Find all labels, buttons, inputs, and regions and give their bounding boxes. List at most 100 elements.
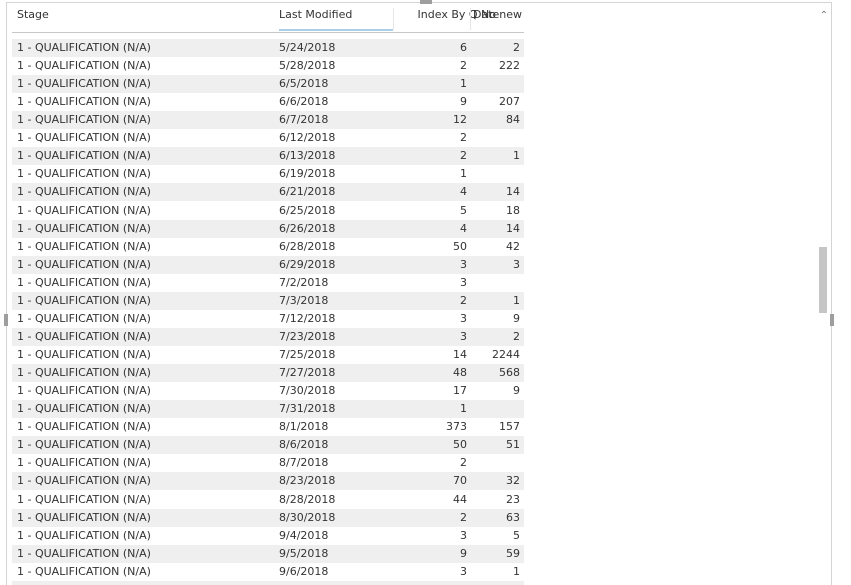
table-header: Stage Last Modified Index By Q No Datene… (12, 4, 524, 33)
cell-stage: 1 - QUALIFICATION (N/A) (17, 275, 151, 289)
table-row[interactable]: 1 - QUALIFICATION (N/A) 7/2/2018 3 (12, 274, 524, 292)
table-row[interactable]: 1 - QUALIFICATION (N/A) 8/23/2018 70 32 (12, 472, 524, 491)
cell-last-modified: 6/12/2018 (279, 131, 336, 145)
cell-stage: 1 - QUALIFICATION (N/A) (17, 420, 151, 434)
table-row[interactable]: 1 - QUALIFICATION (N/A) 7/27/2018 48 568 (12, 364, 524, 383)
cell-last-modified: 6/6/2018 (279, 95, 329, 109)
cell-index-by-q-no: 50 (453, 239, 467, 253)
cell-datenew: 9 (513, 384, 520, 398)
column-header-stage[interactable]: Stage (17, 4, 49, 32)
table-row[interactable]: 1 - QUALIFICATION (N/A) 6/25/2018 5 18 (12, 202, 524, 220)
table-row[interactable]: 1 - QUALIFICATION (N/A) 8/28/2018 44 23 (12, 491, 524, 509)
cell-stage: 1 - QUALIFICATION (N/A) (17, 221, 151, 235)
cell-datenew: 2 (513, 41, 520, 54)
cell-datenew: 568 (499, 366, 520, 380)
cell-index-by-q-no: 2 (460, 293, 467, 307)
column-divider[interactable] (470, 8, 471, 30)
table-row[interactable]: 1 - QUALIFICATION (N/A) 6/12/2018 2 (12, 129, 524, 147)
cell-stage: 1 - QUALIFICATION (N/A) (17, 510, 151, 524)
table-row[interactable]: 1 - QUALIFICATION (N/A) 6/5/2018 1 (12, 75, 524, 94)
table-row[interactable]: 1 - QUALIFICATION (N/A) 8/1/2018 373 157 (12, 418, 524, 436)
cell-index-by-q-no: 3 (460, 275, 467, 289)
cell-last-modified: 6/26/2018 (279, 221, 336, 235)
table-row[interactable]: 1 - QUALIFICATION (N/A) 7/3/2018 2 1 (12, 291, 524, 310)
table-row[interactable]: 1 - QUALIFICATION (N/A) 5/24/2018 6 2 (12, 39, 524, 57)
column-header-last-modified[interactable]: Last Modified (279, 4, 393, 31)
cell-datenew: 207 (499, 95, 520, 109)
table-row[interactable]: 1 - QUALIFICATION (N/A) 6/6/2018 9 207 (12, 93, 524, 111)
cell-stage: 1 - QUALIFICATION (N/A) (17, 311, 151, 325)
cell-index-by-q-no: 44 (453, 492, 467, 506)
table-row[interactable]: 1 - QUALIFICATION (N/A) 7/30/2018 17 9 (12, 382, 524, 400)
cell-datenew: 222 (499, 59, 520, 73)
cell-last-modified: 7/30/2018 (279, 384, 336, 398)
table-row[interactable]: 1 - QUALIFICATION (N/A) 8/7/2018 2 (12, 454, 524, 472)
table-row[interactable]: 1 - QUALIFICATION (N/A) 8/6/2018 50 51 (12, 436, 524, 455)
table-row[interactable]: 1 - QUALIFICATION (N/A) 7/23/2018 3 2 (12, 327, 524, 346)
resize-handle-left[interactable] (4, 314, 8, 326)
cell-datenew: 5 (513, 528, 520, 542)
cell-last-modified: 6/29/2018 (279, 257, 336, 271)
cell-index-by-q-no: 3 (460, 528, 467, 542)
vertical-scrollbar-thumb[interactable] (819, 247, 827, 313)
cell-datenew: 84 (506, 113, 520, 127)
cell-stage: 1 - QUALIFICATION (N/A) (17, 113, 151, 127)
cell-index-by-q-no: 3 (460, 329, 467, 343)
cell-datenew: 1 (513, 293, 520, 307)
table-row[interactable]: 1 - QUALIFICATION (N/A) 7/31/2018 1 (12, 400, 524, 419)
column-divider[interactable] (393, 8, 394, 30)
cell-datenew: 1 (513, 149, 520, 163)
cell-last-modified: 7/31/2018 (279, 402, 336, 416)
cell-datenew: 63 (506, 510, 520, 524)
cell-datenew: 2244 (492, 348, 520, 362)
cell-stage: 1 - QUALIFICATION (N/A) (17, 402, 151, 416)
cell-index-by-q-no: 2 (460, 131, 467, 145)
table-row[interactable]: 1 - QUALIFICATION (N/A) 8/30/2018 2 63 (12, 508, 524, 527)
table-row[interactable]: 1 - QUALIFICATION (N/A) 6/13/2018 2 1 (12, 147, 524, 166)
table-row[interactable]: 1 - QUALIFICATION (N/A) 9/4/2018 3 5 (12, 527, 524, 545)
table-row[interactable]: 1 - QUALIFICATION (N/A) 6/21/2018 4 14 (12, 183, 524, 202)
table-row[interactable]: 1 - QUALIFICATION (N/A) 9/6/2018 3 1 (12, 563, 524, 581)
cell-last-modified: 6/5/2018 (279, 77, 329, 91)
table-row[interactable]: 1 - QUALIFICATION (N/A) 9/5/2018 9 59 (12, 544, 524, 563)
table-row[interactable]: 1 - QUALIFICATION (N/A) 9/12/2018 16 10 (12, 580, 524, 585)
cell-last-modified: 7/25/2018 (279, 348, 336, 362)
cell-datenew: 32 (506, 474, 520, 488)
cell-last-modified: 8/23/2018 (279, 474, 336, 488)
table-row[interactable]: 1 - QUALIFICATION (N/A) 6/19/2018 1 (12, 165, 524, 183)
cell-stage: 1 - QUALIFICATION (N/A) (17, 239, 151, 253)
cell-stage: 1 - QUALIFICATION (N/A) (17, 59, 151, 73)
cell-last-modified: 5/28/2018 (279, 59, 336, 73)
cell-last-modified: 7/2/2018 (279, 275, 329, 289)
table-row[interactable]: 1 - QUALIFICATION (N/A) 7/25/2018 14 2244 (12, 346, 524, 364)
cell-stage: 1 - QUALIFICATION (N/A) (17, 185, 151, 199)
cell-stage: 1 - QUALIFICATION (N/A) (17, 149, 151, 163)
cell-stage: 1 - QUALIFICATION (N/A) (17, 366, 151, 380)
cell-stage: 1 - QUALIFICATION (N/A) (17, 528, 151, 542)
cell-last-modified: 7/3/2018 (279, 293, 329, 307)
cell-last-modified: 6/7/2018 (279, 113, 329, 127)
cell-stage: 1 - QUALIFICATION (N/A) (17, 456, 151, 470)
cell-index-by-q-no: 2 (460, 59, 467, 73)
cell-last-modified: 6/21/2018 (279, 185, 336, 199)
cell-index-by-q-no: 2 (460, 510, 467, 524)
column-header-datenew[interactable]: Datenew (473, 4, 522, 32)
table-row[interactable]: 1 - QUALIFICATION (N/A) 6/28/2018 50 42 (12, 238, 524, 256)
table-row[interactable]: 1 - QUALIFICATION (N/A) 6/26/2018 4 14 (12, 219, 524, 238)
cell-index-by-q-no: 1 (460, 402, 467, 416)
cell-stage: 1 - QUALIFICATION (N/A) (17, 438, 151, 452)
cell-datenew: 14 (506, 185, 520, 199)
resize-handle-right[interactable] (830, 314, 834, 326)
table-row[interactable]: 1 - QUALIFICATION (N/A) 5/28/2018 2 222 (12, 57, 524, 75)
cell-datenew: 1 (513, 564, 520, 578)
table-row[interactable]: 1 - QUALIFICATION (N/A) 6/29/2018 3 3 (12, 255, 524, 274)
cell-last-modified: 5/24/2018 (279, 41, 336, 54)
table-row[interactable]: 1 - QUALIFICATION (N/A) 6/7/2018 12 84 (12, 111, 524, 130)
table-row[interactable]: 1 - QUALIFICATION (N/A) 7/12/2018 3 9 (12, 310, 524, 328)
chevron-up-icon[interactable]: ⌃ (819, 9, 829, 23)
cell-index-by-q-no: 50 (453, 438, 467, 452)
cell-last-modified: 8/30/2018 (279, 510, 336, 524)
cell-datenew: 59 (506, 546, 520, 560)
cell-stage: 1 - QUALIFICATION (N/A) (17, 257, 151, 271)
cell-stage: 1 - QUALIFICATION (N/A) (17, 167, 151, 181)
